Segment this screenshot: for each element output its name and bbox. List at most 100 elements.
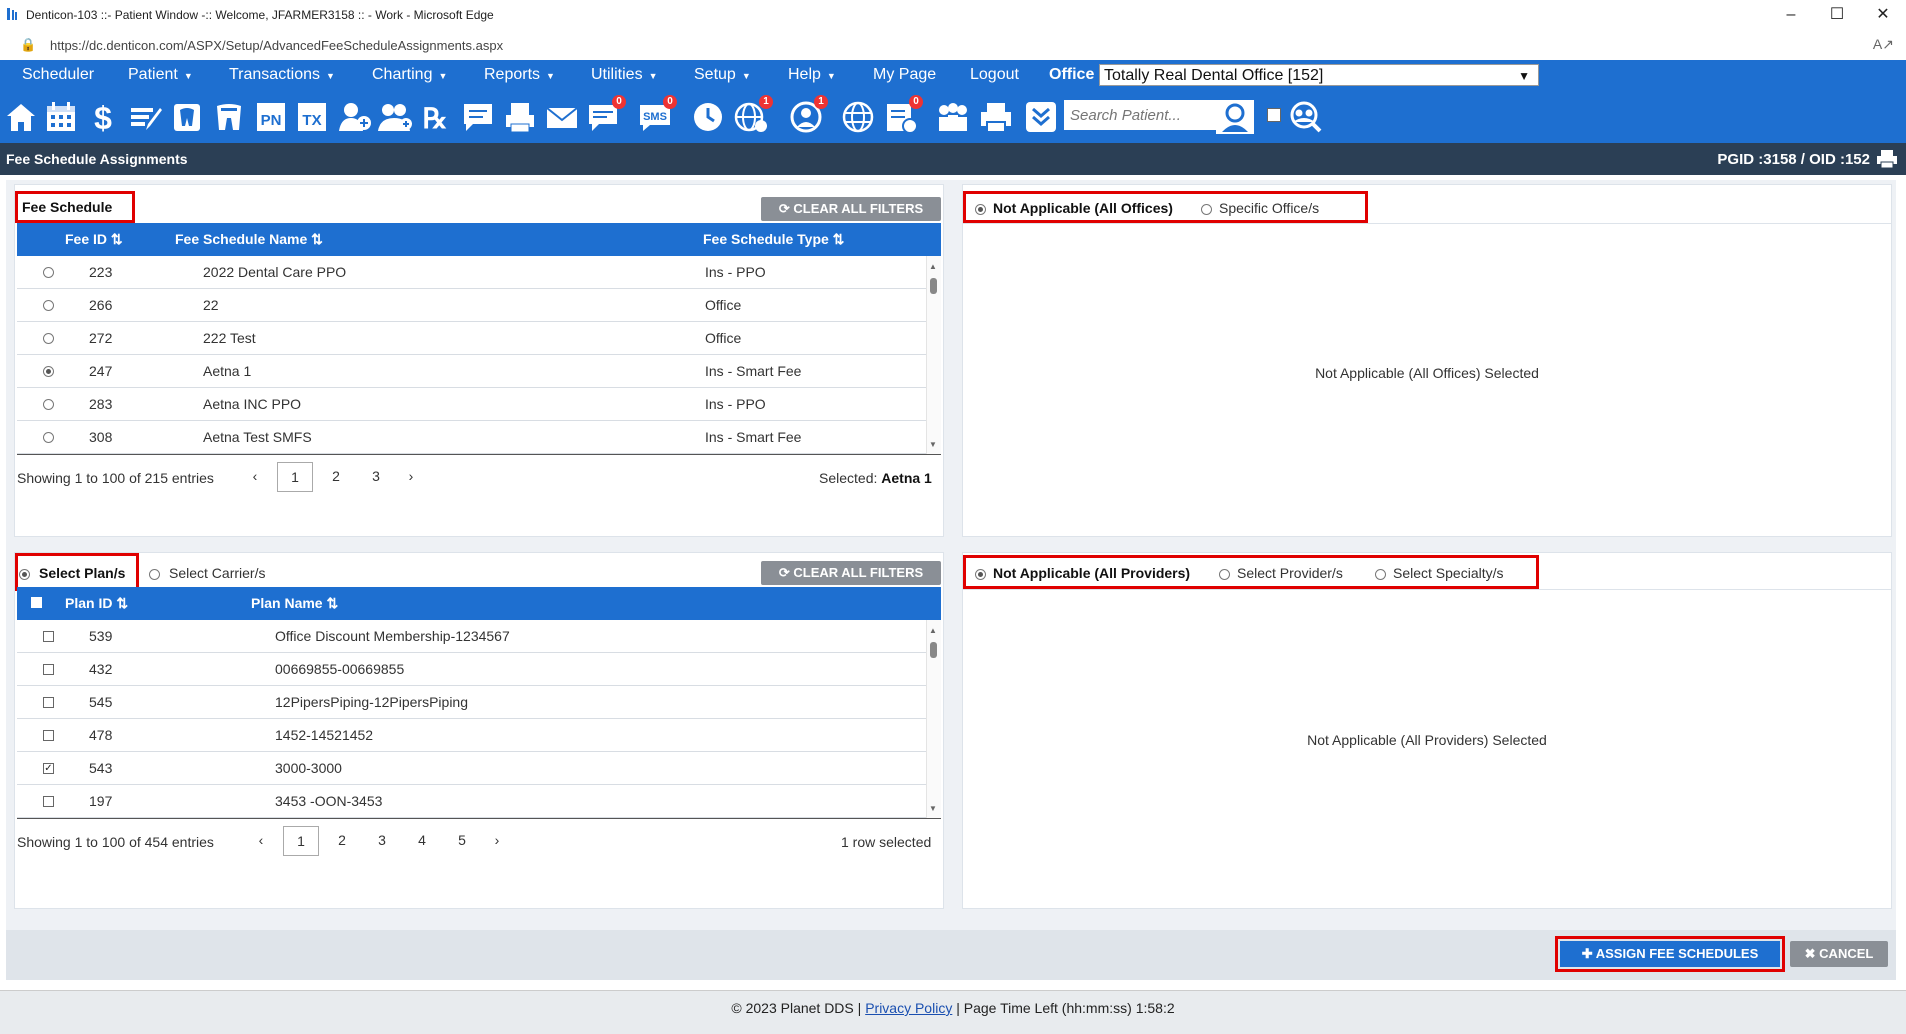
add-patient-icon[interactable] [337,100,371,134]
row-select-radio[interactable] [43,300,54,311]
messages-icon[interactable]: 0 [587,95,626,134]
select-all-checkbox[interactable] [31,597,42,608]
row-select-radio[interactable] [43,432,54,443]
page-1-button[interactable]: 1 [283,826,319,856]
menu-setup[interactable]: Setup ▼ [694,60,751,91]
col-plan-name[interactable]: Plan Name ⇅ [251,595,338,612]
row-checkbox[interactable] [43,697,54,708]
group-search-icon[interactable] [1288,100,1322,134]
row-checkbox[interactable]: ✓ [43,763,54,774]
prev-page-button[interactable]: ‹ [247,462,263,490]
table-row[interactable]: 272 222 Test Office [17,322,927,355]
radio-select-carriers[interactable] [149,569,160,580]
table-row[interactable]: 197 3453 -OON-3453 [17,785,927,818]
printer-icon[interactable] [979,100,1013,134]
tooth-chart-icon[interactable] [170,100,204,134]
globe-network-icon[interactable] [841,100,875,134]
page-3-button[interactable]: 3 [361,462,391,490]
menu-charting[interactable]: Charting ▼ [372,60,447,91]
col-fee-id[interactable]: Fee ID ⇅ [65,231,123,248]
select-plans-label[interactable]: Select Plan/s [39,565,125,581]
table-row[interactable]: 545 12PipersPiping-12PipersPiping [17,686,927,719]
privacy-policy-link[interactable]: Privacy Policy [865,1000,952,1016]
url-text[interactable]: https://dc.denticon.com/ASPX/Setup/Advan… [50,38,503,53]
close-window-button[interactable]: ✕ [1860,0,1906,30]
col-fee-schedule-name[interactable]: Fee Schedule Name ⇅ [175,231,323,248]
col-plan-id[interactable]: Plan ID ⇅ [65,595,128,612]
office-select[interactable]: Totally Real Dental Office [152] ▼ [1099,64,1539,86]
select-specialties-label[interactable]: Select Specialty/s [1393,565,1504,581]
row-select-radio[interactable] [43,267,54,278]
radio-specific-offices[interactable] [1201,204,1212,215]
print-icon[interactable] [1876,149,1898,169]
chat-note-icon[interactable] [461,100,495,134]
row-checkbox[interactable] [43,730,54,741]
row-select-radio[interactable] [43,333,54,344]
assign-fee-schedules-button[interactable]: ✚ ASSIGN FEE SCHEDULES [1560,941,1780,967]
table-row[interactable]: 478 1452-14521452 [17,719,927,752]
table-row[interactable]: 308 Aetna Test SMFS Ins - Smart Fee [17,421,927,454]
row-select-radio[interactable] [43,399,54,410]
clear-all-filters-button[interactable]: ⟳ CLEAR ALL FILTERS [761,561,941,585]
dollar-icon[interactable]: $ [86,100,120,134]
radio-select-plans[interactable] [19,569,30,580]
prescription-icon[interactable]: ℞ [420,100,454,134]
page-2-button[interactable]: 2 [321,462,351,490]
address-bar[interactable]: 🔒 https://dc.denticon.com/ASPX/Setup/Adv… [0,30,1906,61]
read-aloud-icon[interactable]: A↗ [1873,36,1894,53]
toolbar-checkbox[interactable] [1267,108,1281,122]
calendar-icon[interactable] [44,100,78,134]
specific-offices-label[interactable]: Specific Office/s [1219,200,1319,216]
cancel-button[interactable]: ✖ CANCEL [1790,941,1888,967]
home-icon[interactable] [4,100,38,134]
page-1-button[interactable]: 1 [277,462,313,492]
page-5-button[interactable]: 5 [447,826,477,854]
all-offices-label[interactable]: Not Applicable (All Offices) [993,200,1173,216]
envelope-icon[interactable] [545,100,579,134]
next-page-button[interactable]: › [489,826,505,854]
radio-select-specialties[interactable] [1375,569,1386,580]
search-patient-input[interactable] [1064,100,1216,130]
expand-down-icon[interactable] [1024,100,1058,134]
select-providers-label[interactable]: Select Provider/s [1237,565,1343,581]
prev-page-button[interactable]: ‹ [253,826,269,854]
clear-all-filters-button[interactable]: ⟳ CLEAR ALL FILTERS [761,197,941,221]
print-document-icon[interactable] [503,100,537,134]
radio-all-offices[interactable] [975,204,986,215]
add-family-icon[interactable] [378,100,412,134]
all-providers-label[interactable]: Not Applicable (All Providers) [993,565,1190,581]
next-page-button[interactable]: › [403,462,419,490]
table-row[interactable]: 247 Aetna 1 Ins - Smart Fee [17,355,927,388]
col-fee-schedule-type[interactable]: Fee Schedule Type ⇅ [703,231,844,248]
sms-icon[interactable]: SMS 0 [638,95,677,134]
radio-all-providers[interactable] [975,569,986,580]
checklist-icon[interactable]: 0 [884,95,923,134]
table-row[interactable]: ✓ 543 3000-3000 [17,752,927,785]
row-checkbox[interactable] [43,664,54,675]
fee-schedule-scrollbar[interactable]: ▲ ▼ [926,256,941,454]
menu-utilities[interactable]: Utilities ▼ [591,60,657,91]
table-row[interactable]: 539 Office Discount Membership-1234567 [17,620,927,653]
menu-transactions[interactable]: Transactions ▼ [229,60,335,91]
page-4-button[interactable]: 4 [407,826,437,854]
menu-scheduler[interactable]: Scheduler [22,60,94,91]
menu-help[interactable]: Help ▼ [788,60,836,91]
page-3-button[interactable]: 3 [367,826,397,854]
row-checkbox[interactable] [43,796,54,807]
menu-my-page[interactable]: My Page [873,60,936,91]
patient-search-icon[interactable] [1216,100,1254,134]
row-select-radio[interactable] [43,366,54,377]
maximize-button[interactable]: ☐ [1814,0,1860,30]
table-row[interactable]: 266 22 Office [17,289,927,322]
tooth-icon[interactable] [212,100,246,134]
table-row[interactable]: 283 Aetna INC PPO Ins - PPO [17,388,927,421]
table-row[interactable]: 223 2022 Dental Care PPO Ins - PPO [17,256,927,289]
menu-reports[interactable]: Reports ▼ [484,60,555,91]
row-checkbox[interactable] [43,631,54,642]
minimize-button[interactable]: – [1768,0,1814,30]
notes-pencil-icon[interactable] [128,100,162,134]
person-alert-icon[interactable]: 1 [789,95,828,134]
plans-scrollbar[interactable]: ▲ ▼ [926,620,941,818]
treatment-plan-icon[interactable]: TX [295,100,329,134]
progress-notes-icon[interactable]: PN [254,100,288,134]
